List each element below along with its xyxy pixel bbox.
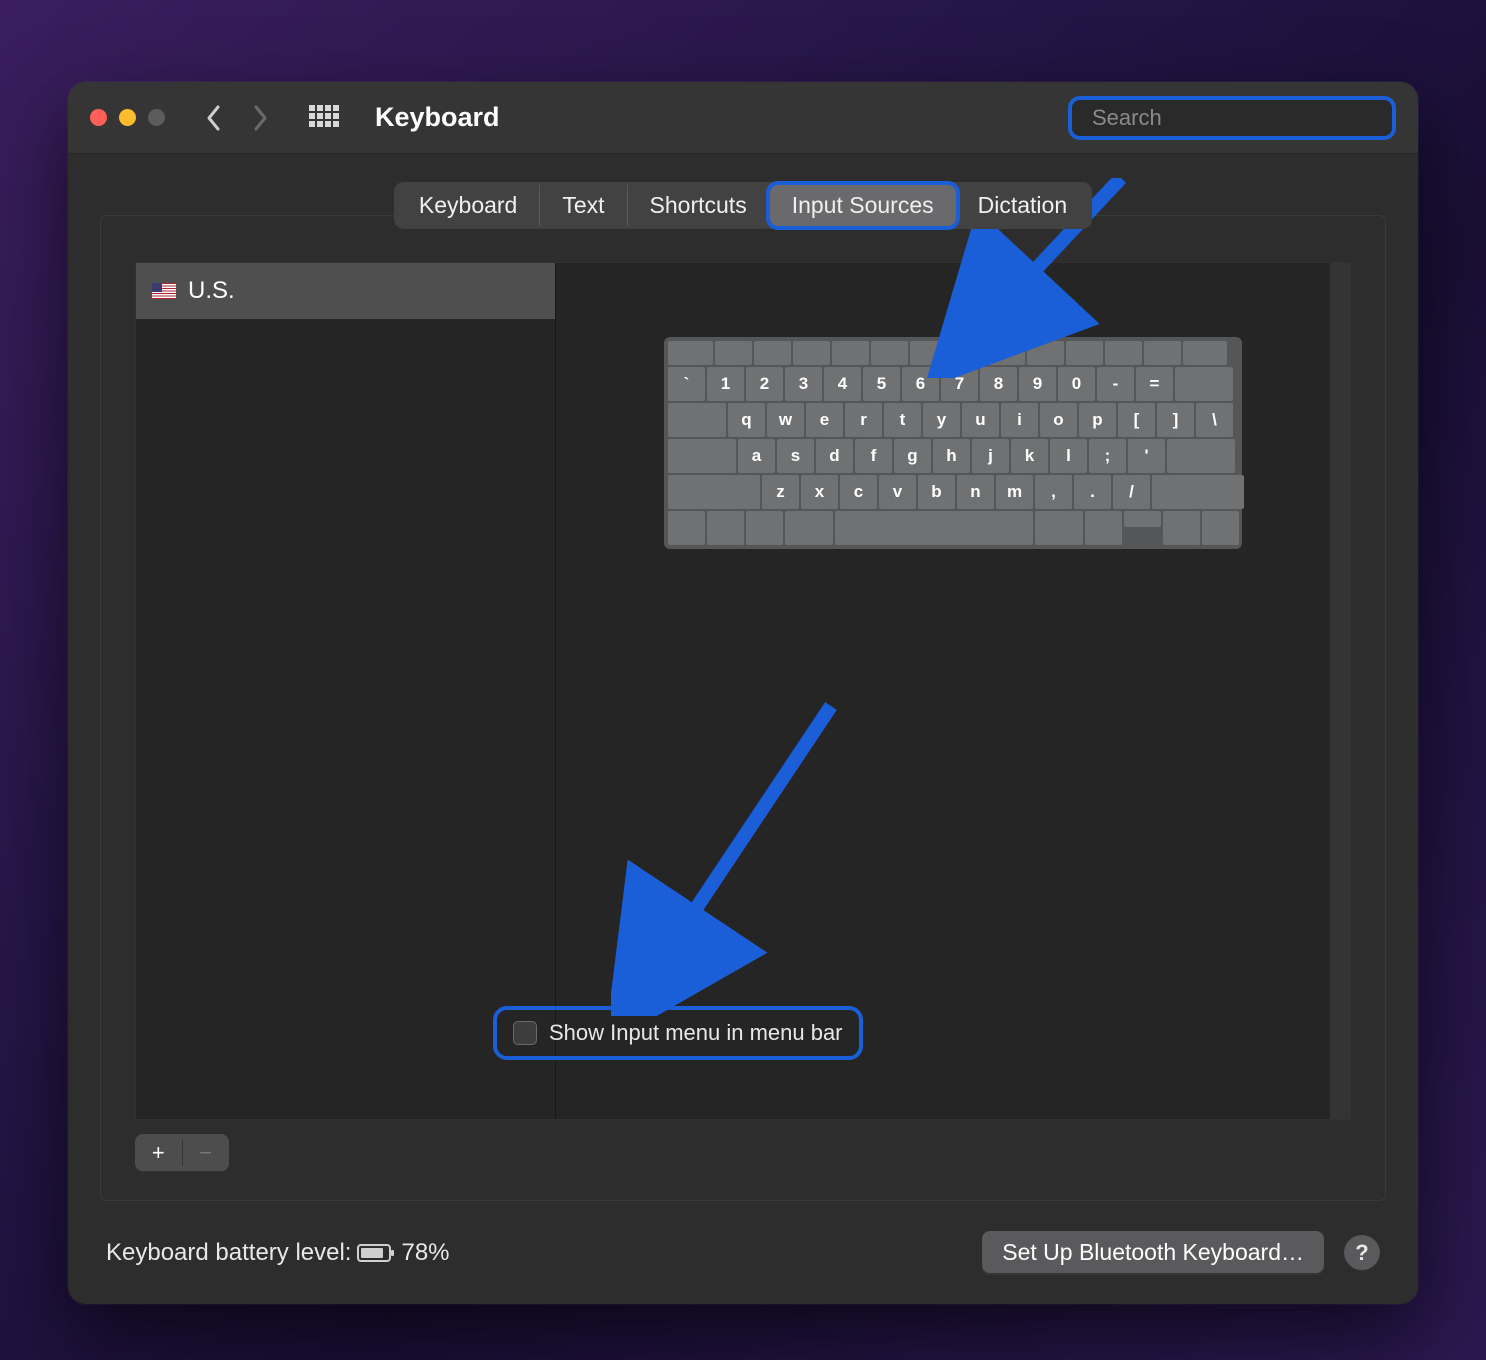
tab-shortcuts[interactable]: Shortcuts xyxy=(628,185,770,226)
page-title: Keyboard xyxy=(375,102,500,133)
tab-input-sources[interactable]: Input Sources xyxy=(770,185,956,226)
input-source-item[interactable]: U.S. xyxy=(136,263,555,319)
keyboard-preview: ` 1 2 3 4 5 6 7 8 9 0 - = xyxy=(556,263,1350,1119)
scrollbar[interactable] xyxy=(1330,263,1350,1119)
tab-text[interactable]: Text xyxy=(540,185,627,226)
battery-icon xyxy=(357,1244,391,1262)
tab-keyboard[interactable]: Keyboard xyxy=(397,185,540,226)
setup-bluetooth-button[interactable]: Set Up Bluetooth Keyboard… xyxy=(982,1231,1324,1274)
show-input-menu-checkbox[interactable] xyxy=(513,1021,537,1045)
forward-button[interactable] xyxy=(251,104,269,132)
close-button[interactable] xyxy=(90,109,107,126)
show-input-menu-label: Show Input menu in menu bar xyxy=(549,1020,843,1046)
add-input-source-button[interactable]: + xyxy=(135,1140,182,1166)
remove-input-source-button[interactable]: − xyxy=(182,1140,230,1166)
minimize-button[interactable] xyxy=(119,109,136,126)
tab-dictation[interactable]: Dictation xyxy=(956,185,1089,226)
add-remove-control: + − xyxy=(135,1134,229,1172)
nav-buttons xyxy=(205,104,269,132)
keyboard-graphic: ` 1 2 3 4 5 6 7 8 9 0 - = xyxy=(664,337,1242,549)
zoom-button[interactable] xyxy=(148,109,165,126)
traffic-lights xyxy=(90,109,165,126)
titlebar: Keyboard xyxy=(68,82,1418,154)
input-sources-area: U.S. ` 1 2 3 xyxy=(135,262,1351,1120)
battery-label: Keyboard battery level: xyxy=(106,1239,351,1267)
search-field[interactable] xyxy=(1068,96,1396,140)
input-sources-list[interactable]: U.S. xyxy=(136,263,556,1119)
back-button[interactable] xyxy=(205,104,223,132)
footer: Keyboard battery level: 78% Set Up Bluet… xyxy=(68,1213,1418,1304)
flag-icon xyxy=(152,283,176,299)
show-all-icon[interactable] xyxy=(309,105,339,131)
show-input-menu-row[interactable]: Show Input menu in menu bar xyxy=(493,1006,863,1060)
content-pane: U.S. ` 1 2 3 xyxy=(100,215,1386,1201)
search-input[interactable] xyxy=(1092,105,1380,131)
battery-percentage: 78% xyxy=(401,1239,449,1267)
help-button[interactable]: ? xyxy=(1344,1235,1380,1271)
preferences-window: Keyboard Keyboard Text Shortcuts Input S… xyxy=(68,82,1418,1304)
tab-bar: Keyboard Text Shortcuts Input Sources Di… xyxy=(394,182,1092,229)
input-source-label: U.S. xyxy=(188,277,235,305)
